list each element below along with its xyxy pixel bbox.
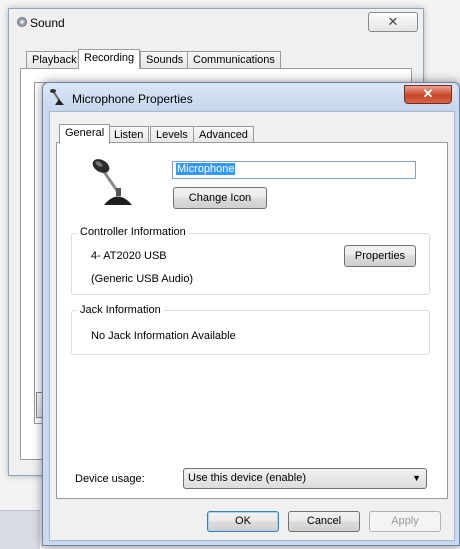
controller-driver: (Generic USB Audio) (91, 273, 194, 285)
device-usage-value: Use this device (enable) (188, 472, 307, 484)
controller-info-legend: Controller Information (77, 226, 189, 238)
window-title: Microphone Properties (72, 92, 193, 106)
sound-close-button[interactable]: ✕ (368, 12, 418, 32)
tab-playback[interactable]: Playback (26, 51, 83, 69)
apply-button[interactable]: Apply (369, 511, 441, 532)
cancel-button[interactable]: Cancel (288, 511, 360, 532)
taskbar-fragment (0, 510, 40, 549)
tab-general[interactable]: General (59, 124, 111, 144)
device-name-text: Microphone (176, 163, 236, 175)
jack-info-legend: Jack Information (77, 304, 164, 316)
device-usage-dropdown[interactable]: Use this device (enable) ▼ (183, 468, 427, 489)
controller-name: 4- AT2020 USB (91, 250, 167, 262)
microphone-icon (92, 158, 136, 208)
sound-window-title: Sound (30, 16, 65, 30)
change-icon-button[interactable]: Change Icon (173, 187, 267, 209)
jack-info-text: No Jack Information Available (91, 330, 236, 342)
ok-button[interactable]: OK (207, 511, 279, 532)
tab-communications[interactable]: Communications (187, 51, 281, 69)
microphone-small-icon (50, 88, 68, 106)
properties-button[interactable]: Properties (344, 245, 416, 267)
sound-gear-icon (16, 16, 28, 28)
dropdown-arrow-icon: ▼ (412, 473, 421, 483)
tab-recording[interactable]: Recording (78, 49, 141, 69)
device-usage-label: Device usage: (75, 473, 145, 485)
tab-sounds[interactable]: Sounds (140, 51, 190, 69)
device-name-input[interactable]: Microphone (172, 161, 416, 179)
close-button[interactable]: ✕ (404, 85, 452, 104)
